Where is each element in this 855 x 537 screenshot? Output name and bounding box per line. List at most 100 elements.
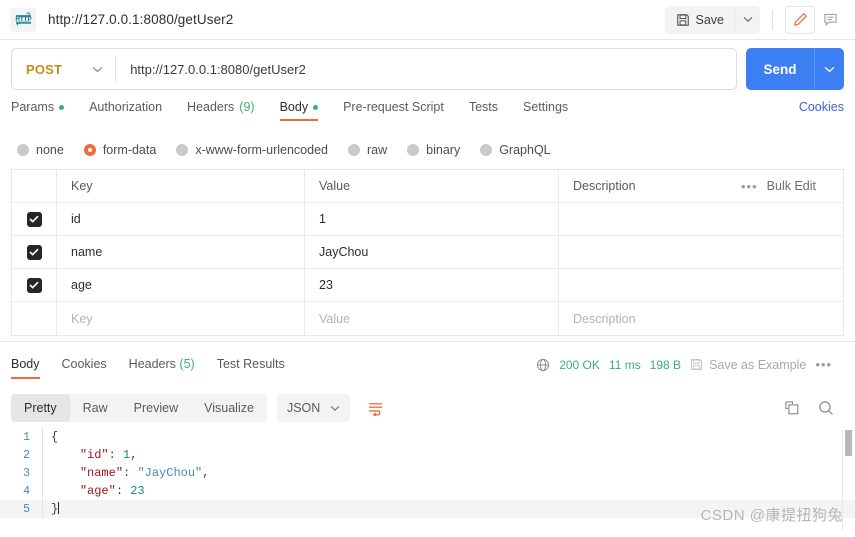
wrap-lines-button[interactable] bbox=[360, 394, 390, 422]
save-as-example-button[interactable]: Save as Example bbox=[690, 358, 806, 372]
response-language-select[interactable]: JSON bbox=[276, 394, 351, 422]
line-content: "name": "JayChou", bbox=[42, 464, 855, 482]
table-row: name JayChou bbox=[12, 236, 843, 269]
more-options-icon[interactable]: ••• bbox=[741, 179, 758, 194]
save-as-example-label: Save as Example bbox=[709, 357, 807, 372]
response-tab-headers-count: (5) bbox=[179, 357, 195, 371]
top-bar-actions: Save bbox=[664, 5, 846, 34]
row-key[interactable]: name bbox=[71, 245, 102, 259]
search-icon[interactable] bbox=[818, 400, 834, 416]
column-header-key: Key bbox=[71, 179, 93, 193]
line-number: 3 bbox=[23, 466, 30, 480]
vertical-scrollbar[interactable] bbox=[844, 430, 853, 530]
row-checkbox[interactable] bbox=[26, 277, 42, 293]
radio-none[interactable]: none bbox=[17, 143, 64, 157]
response-tools bbox=[784, 400, 844, 416]
comment-button[interactable] bbox=[815, 6, 845, 34]
response-meta: 200 OK 11 ms 198 B Save as Example ••• bbox=[536, 357, 844, 372]
save-button-group: Save bbox=[664, 5, 760, 34]
tab-body[interactable]: Body bbox=[279, 100, 319, 121]
http-protocol-icon: HTTP bbox=[10, 7, 36, 32]
tab-authorization[interactable]: Authorization bbox=[89, 100, 162, 121]
text-cursor bbox=[58, 502, 60, 514]
line-number: 5 bbox=[23, 502, 30, 516]
code-line: 1 { bbox=[0, 428, 855, 446]
tab-tests-label: Tests bbox=[468, 100, 498, 114]
code-line-current: 5 } bbox=[0, 500, 855, 518]
tab-params[interactable]: Params bbox=[11, 100, 65, 121]
format-pretty-button[interactable]: Pretty bbox=[11, 394, 70, 422]
tab-pre-request-script[interactable]: Pre-request Script bbox=[343, 100, 444, 121]
method-select[interactable]: POST bbox=[12, 49, 115, 89]
response-format-toolbar: Pretty Raw Preview Visualize JSON bbox=[11, 393, 844, 423]
method-label: POST bbox=[26, 61, 63, 77]
tab-settings-label: Settings bbox=[523, 100, 569, 114]
line-content: "id": 1, bbox=[42, 446, 855, 464]
body-type-radio-group: none form-data x-www-form-urlencoded raw… bbox=[17, 139, 850, 161]
format-visualize-button[interactable]: Visualize bbox=[191, 394, 267, 422]
bulk-edit-button[interactable]: Bulk Edit bbox=[767, 179, 816, 193]
send-dropdown-button[interactable] bbox=[814, 48, 844, 90]
row-value[interactable]: 1 bbox=[319, 212, 326, 226]
postman-window: HTTP http://127.0.0.1:8080/getUser2 Save bbox=[0, 0, 855, 537]
floppy-disk-icon bbox=[690, 358, 703, 371]
radio-form-data[interactable]: form-data bbox=[83, 143, 156, 157]
radio-icon bbox=[17, 144, 29, 156]
response-divider bbox=[0, 341, 855, 342]
radio-icon-selected bbox=[83, 144, 96, 156]
tab-headers[interactable]: Headers (9) bbox=[187, 100, 255, 121]
row-checkbox[interactable] bbox=[26, 244, 42, 260]
globe-icon bbox=[536, 358, 550, 372]
radio-graphql-label: GraphQL bbox=[499, 143, 551, 157]
placeholder-description[interactable]: Description bbox=[573, 312, 636, 326]
radio-raw-label: raw bbox=[367, 143, 388, 157]
placeholder-key[interactable]: Key bbox=[71, 312, 93, 326]
format-raw-button[interactable]: Raw bbox=[70, 394, 121, 422]
status-code: 200 OK bbox=[559, 357, 600, 372]
format-preview-button[interactable]: Preview bbox=[121, 394, 191, 422]
radio-binary[interactable]: binary bbox=[407, 143, 460, 157]
row-checkbox[interactable] bbox=[26, 211, 42, 227]
response-more-options-icon[interactable]: ••• bbox=[815, 357, 844, 372]
tab-settings[interactable]: Settings bbox=[523, 100, 568, 121]
url-input[interactable] bbox=[116, 49, 736, 89]
copy-icon[interactable] bbox=[784, 400, 800, 416]
response-tabs: Body Cookies Headers (5) Test Results 20… bbox=[0, 357, 855, 385]
send-button[interactable]: Send bbox=[746, 48, 814, 90]
row-actions bbox=[733, 203, 843, 235]
cookies-link[interactable]: Cookies bbox=[799, 100, 844, 114]
floppy-disk-icon bbox=[676, 13, 690, 27]
placeholder-value[interactable]: Value bbox=[319, 312, 350, 326]
vertical-scrollbar-thumb[interactable] bbox=[845, 430, 852, 456]
radio-icon bbox=[480, 144, 493, 156]
radio-raw[interactable]: raw bbox=[348, 143, 387, 157]
radio-x-www-form-urlencoded[interactable]: x-www-form-urlencoded bbox=[176, 143, 328, 157]
save-button[interactable]: Save bbox=[665, 6, 735, 34]
request-tabs: Params Authorization Headers (9) Body Pr… bbox=[11, 100, 844, 130]
response-time: 11 ms bbox=[608, 357, 641, 372]
response-tab-cookies[interactable]: Cookies bbox=[62, 357, 107, 379]
response-tab-headers[interactable]: Headers (5) bbox=[129, 357, 195, 379]
row-key[interactable]: id bbox=[71, 212, 81, 226]
tab-tests[interactable]: Tests bbox=[469, 100, 498, 121]
table-placeholder-row: Key Value Description bbox=[12, 302, 843, 335]
save-button-label: Save bbox=[695, 12, 725, 27]
row-value[interactable]: JayChou bbox=[319, 245, 368, 259]
url-bar: POST bbox=[11, 48, 737, 90]
response-tab-body[interactable]: Body bbox=[11, 357, 40, 379]
column-header-value: Value bbox=[319, 179, 351, 193]
code-line: 2 "id": 1, bbox=[0, 446, 855, 464]
response-tab-test-results[interactable]: Test Results bbox=[217, 357, 285, 379]
tab-headers-label: Headers bbox=[187, 100, 235, 114]
radio-graphql[interactable]: GraphQL bbox=[480, 143, 551, 157]
row-actions bbox=[733, 236, 843, 268]
save-dropdown-button[interactable] bbox=[734, 5, 760, 34]
chevron-down-icon bbox=[330, 405, 340, 411]
tab-headers-count: (9) bbox=[239, 100, 255, 114]
row-key[interactable]: age bbox=[71, 278, 92, 292]
code-right-divider bbox=[842, 430, 843, 530]
edit-pencil-button[interactable] bbox=[785, 5, 815, 34]
response-body-code[interactable]: 1 { 2 "id": 1, 3 "name": "JayChou", 4 "a… bbox=[0, 428, 855, 537]
radio-icon bbox=[348, 144, 360, 156]
row-value[interactable]: 23 bbox=[319, 278, 333, 292]
